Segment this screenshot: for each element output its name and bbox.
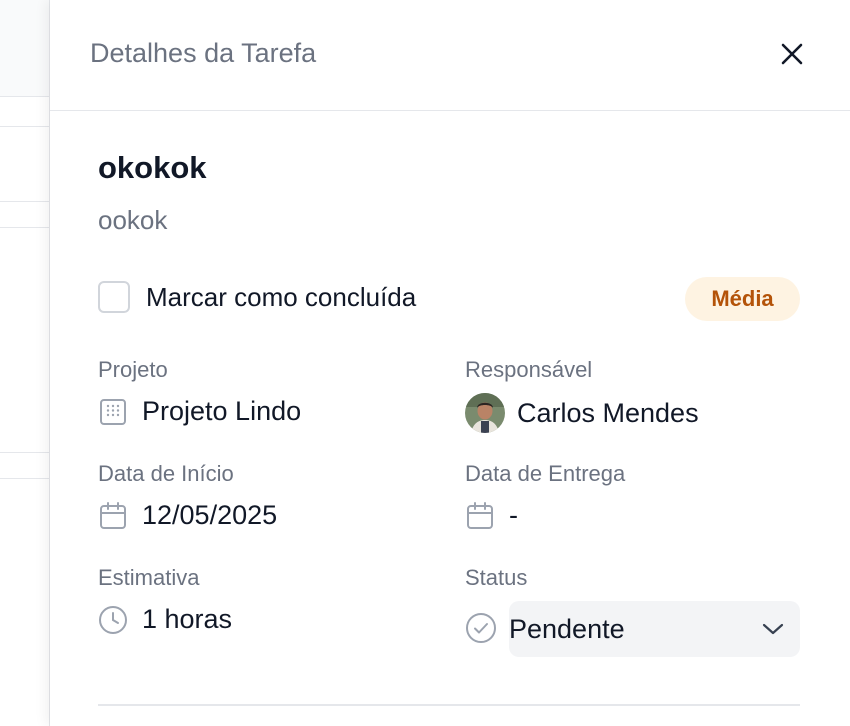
background-row (0, 0, 49, 97)
estimate-value: 1 horas (98, 604, 232, 635)
assignee-label: Responsável (465, 357, 593, 382)
start-date-label: Data de Início (98, 461, 234, 486)
estimate-text: 1 horas (142, 604, 233, 634)
calendar-icon (465, 501, 495, 531)
start-date-text: 12/05/2025 (142, 500, 278, 530)
due-date-value: - (465, 500, 518, 531)
section-divider (98, 704, 800, 706)
background-row (0, 97, 49, 127)
project-value: Projeto Lindo (98, 396, 301, 427)
avatar (465, 393, 505, 433)
chevron-down-icon (762, 623, 784, 635)
check-circle-icon (465, 612, 497, 644)
close-icon (781, 43, 803, 65)
project-label: Projeto (98, 357, 168, 382)
background-row (0, 453, 49, 479)
building-icon (98, 397, 128, 427)
due-date-text: - (509, 500, 518, 530)
start-date-value: 12/05/2025 (98, 500, 277, 531)
project-name: Projeto Lindo (142, 396, 302, 426)
complete-toggle-row: Marcar como concluída (98, 281, 416, 313)
status-selected-value: Pendente (509, 613, 625, 644)
calendar-icon (98, 501, 128, 531)
background-row (0, 202, 49, 228)
status-label: Status (465, 565, 528, 590)
status-select[interactable]: Pendente (509, 601, 800, 657)
close-button[interactable] (774, 36, 810, 72)
task-description: ookok (98, 205, 168, 235)
complete-checkbox-label[interactable]: Marcar como concluída (146, 282, 416, 313)
clock-icon (98, 605, 128, 635)
priority-badge: Média (685, 277, 800, 321)
due-date-label: Data de Entrega (465, 461, 626, 486)
drawer-header: Detalhes da Tarefa (50, 0, 850, 111)
background-row (0, 228, 49, 453)
background-row (0, 127, 49, 202)
complete-checkbox[interactable] (98, 281, 130, 313)
estimate-label: Estimativa (98, 565, 200, 590)
assignee-name: Carlos Mendes (517, 397, 699, 428)
task-details-drawer: Detalhes da Tarefa okokok ookok Marcar c… (50, 0, 850, 726)
task-title: okokok (98, 150, 207, 185)
assignee-value: Carlos Mendes (465, 393, 699, 433)
drawer-title: Detalhes da Tarefa (90, 38, 317, 68)
background-page (0, 0, 50, 726)
